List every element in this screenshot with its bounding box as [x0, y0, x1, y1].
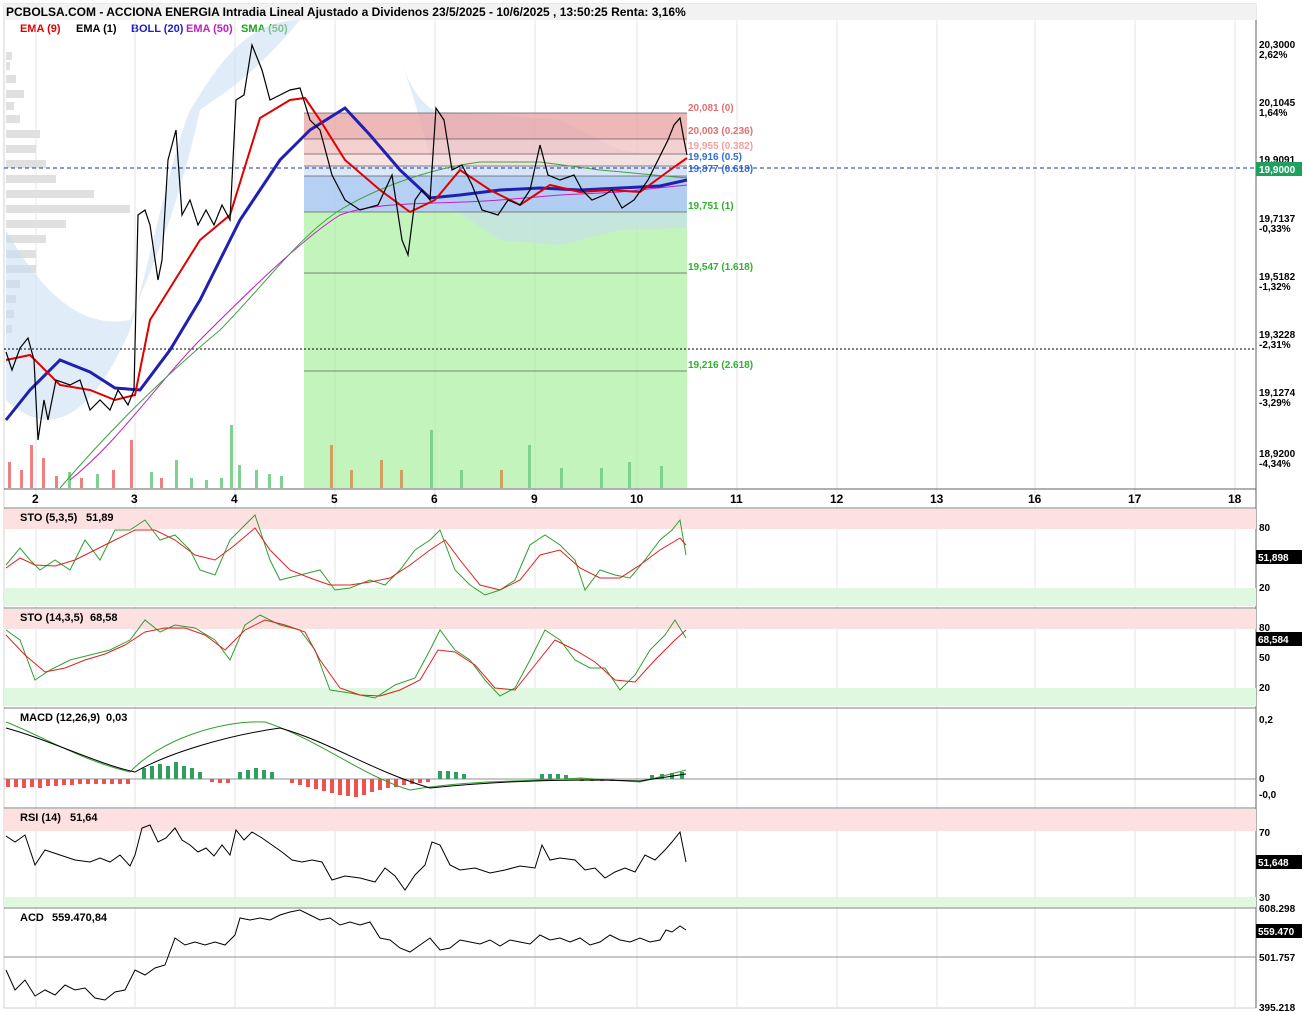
sto2-value-badge: 68,584: [1258, 635, 1289, 646]
acd-label: ACD: [20, 912, 44, 924]
fib-label-382: 19,955 (0.382): [688, 141, 753, 152]
sto1-axis-20: 20: [1259, 583, 1271, 594]
fib-zone-382-5: [304, 154, 687, 166]
fib-label-1: 19,751 (1): [688, 201, 734, 212]
acd-value-badge: 559.470: [1258, 927, 1295, 938]
fib-label-1618: 19,547 (1.618): [688, 262, 753, 273]
legend-boll: BOLL (20): [131, 23, 184, 35]
price-pct-5: -2,31%: [1259, 340, 1291, 351]
fib-label-618: 19,877 (0.618): [688, 164, 753, 175]
macd-axis-top: 0,2: [1259, 715, 1273, 726]
x-label: 11: [730, 492, 743, 506]
x-label: 17: [1128, 492, 1142, 506]
x-label: 6: [431, 492, 438, 506]
x-label: 3: [131, 492, 138, 506]
legend-ema1: EMA (1): [76, 23, 117, 35]
x-label: 4: [231, 492, 238, 506]
fib-zone-236-382: [304, 139, 687, 154]
price-pct-0: 2,62%: [1259, 50, 1287, 61]
price-axis: 20,3000 2,62% 20,1045 1,64% 19,9091 19,7…: [1256, 40, 1302, 470]
price-pct-1: 1,64%: [1259, 108, 1287, 119]
price-pct-4: -1,32%: [1259, 282, 1291, 293]
x-label: 9: [531, 492, 538, 506]
x-label: 2: [32, 492, 39, 506]
rsi-value: 51,64: [70, 812, 98, 824]
rsi-label: RSI (14): [20, 812, 61, 824]
acd-value: 559.470,84: [52, 912, 108, 924]
sto1-label: STO (5,3,5): [20, 512, 78, 524]
x-label: 10: [630, 492, 644, 506]
sto1-axis-80: 80: [1259, 523, 1271, 534]
fib-label-0: 20,081 (0): [688, 103, 734, 114]
chart-title: PCBOLSA.COM - ACCIONA ENERGIA Intradia L…: [6, 5, 686, 19]
fib-zone-618-1: [304, 176, 687, 212]
current-price-value: 19,9000: [1259, 165, 1296, 176]
sto2-axis-50: 50: [1259, 653, 1271, 664]
fib-label-2618: 19,216 (2.618): [688, 360, 753, 371]
legend-ema50: EMA (50): [186, 23, 233, 35]
macd-label: MACD (12,26,9): [20, 712, 100, 724]
fib-label-5: 19,916 (0.5): [688, 152, 742, 163]
fib-label-236: 20,003 (0.236): [688, 126, 753, 137]
fib-extension-zone: [304, 212, 687, 488]
acd-axis-bottom: 395.218: [1259, 1003, 1296, 1012]
sto2-label: STO (14,3,5): [20, 612, 84, 624]
chart-canvas: PCBOLSA.COM - ACCIONA ENERGIA Intradia L…: [3, 3, 1302, 1012]
price-pct-3: -0,33%: [1259, 224, 1291, 235]
sto1-value: 51,89: [86, 512, 114, 524]
x-label: 5: [331, 492, 338, 506]
macd-value: 0,03: [106, 712, 127, 724]
legend-ema9: EMA (9): [20, 23, 61, 35]
sto1-value-badge: 51,898: [1258, 553, 1289, 564]
price-pct-6: -3,29%: [1259, 398, 1291, 409]
macd-axis-zero: 0: [1259, 774, 1265, 785]
acd-axis-top: 608.298: [1259, 904, 1296, 915]
rsi-axis-70: 70: [1259, 828, 1271, 839]
x-label: 13: [930, 492, 944, 506]
price-pct-7: -4,34%: [1259, 459, 1291, 470]
rsi-axis-30: 30: [1259, 893, 1271, 904]
x-label: 16: [1028, 492, 1042, 506]
macd-axis-bottom: -0,0: [1259, 790, 1277, 801]
sto2-value: 68,58: [90, 612, 118, 624]
main-legend: EMA (9) EMA (1) BOLL (20) EMA (50) SMA (…: [20, 23, 288, 35]
rsi-value-badge: 51,648: [1258, 858, 1289, 869]
sto2-axis-20: 20: [1259, 683, 1271, 694]
x-label: 18: [1228, 492, 1242, 506]
x-label: 12: [830, 492, 844, 506]
acd-axis-mid: 501.757: [1259, 953, 1296, 964]
